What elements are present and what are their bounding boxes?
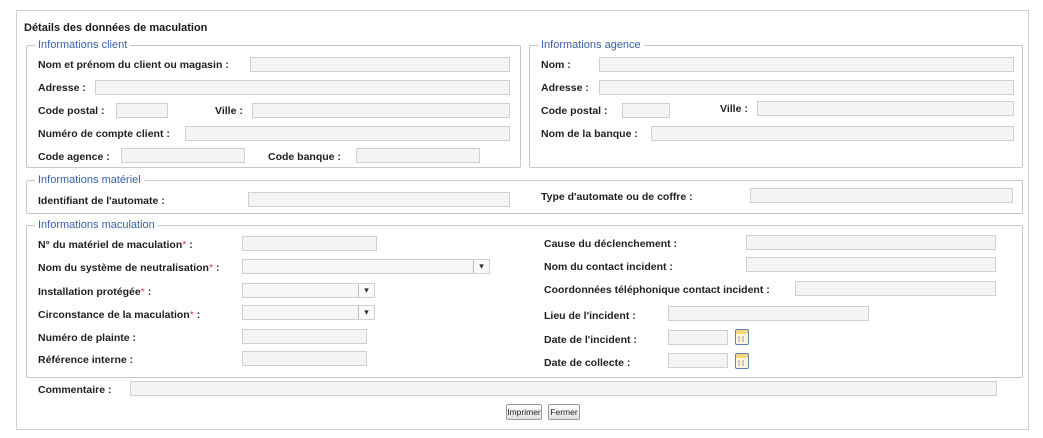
client-account-label: Numéro de compte client : bbox=[38, 128, 170, 140]
client-city-label: Ville : bbox=[215, 105, 243, 117]
chevron-down-icon[interactable]: ▾ bbox=[358, 284, 374, 297]
neutralization-text: Nom du système de neutralisation bbox=[38, 262, 209, 274]
agency-name-input[interactable] bbox=[599, 57, 1014, 72]
material-no-text: N° du matériel de maculation bbox=[38, 239, 183, 251]
incident-phone-input[interactable] bbox=[795, 281, 996, 296]
trigger-cause-input[interactable] bbox=[746, 235, 996, 250]
chevron-down-icon[interactable]: ▾ bbox=[358, 306, 374, 319]
agency-city-label: Ville : bbox=[720, 103, 748, 115]
client-name-input[interactable] bbox=[250, 57, 510, 72]
client-postal-input[interactable] bbox=[116, 103, 168, 118]
trigger-cause-label: Cause du déclenchement : bbox=[544, 238, 678, 250]
material-info-legend: Informations matériel bbox=[35, 174, 144, 186]
maculation-info-legend: Informations maculation bbox=[35, 219, 158, 231]
complaint-no-input[interactable] bbox=[242, 329, 367, 344]
agency-address-input[interactable] bbox=[599, 80, 1014, 95]
automat-id-input[interactable] bbox=[248, 192, 510, 207]
incident-place-label: Lieu de l'incident : bbox=[544, 310, 636, 322]
colon: : bbox=[213, 262, 220, 274]
incident-date-label: Date de l'incident : bbox=[544, 334, 637, 346]
client-agency-code-label: Code agence : bbox=[38, 151, 110, 163]
client-name-label: Nom et prénom du client ou magasin : bbox=[38, 59, 229, 71]
material-no-label: N° du matériel de maculation* : bbox=[38, 239, 193, 251]
neutralization-select[interactable]: ▾ bbox=[242, 259, 490, 274]
client-address-label: Adresse : bbox=[38, 82, 86, 94]
neutralization-label: Nom du système de neutralisation* : bbox=[38, 262, 219, 274]
calendar-icon[interactable] bbox=[735, 353, 749, 369]
agency-city-input[interactable] bbox=[757, 101, 1014, 116]
internal-ref-input[interactable] bbox=[242, 351, 367, 366]
agency-bank-label: Nom de la banque : bbox=[541, 128, 638, 140]
agency-postal-label: Code postal : bbox=[541, 105, 608, 117]
colon: : bbox=[186, 239, 193, 251]
client-city-input[interactable] bbox=[252, 103, 510, 118]
form-title: Détails des données de maculation bbox=[24, 22, 208, 34]
agency-bank-input[interactable] bbox=[651, 126, 1014, 141]
client-account-input[interactable] bbox=[185, 126, 510, 141]
incident-place-input[interactable] bbox=[668, 306, 869, 321]
agency-info-legend: Informations agence bbox=[538, 39, 644, 51]
agency-name-label: Nom : bbox=[541, 59, 571, 71]
client-bank-code-label: Code banque : bbox=[268, 151, 341, 163]
colon: : bbox=[144, 286, 152, 298]
circumstance-select[interactable]: ▾ bbox=[242, 305, 375, 320]
internal-ref-label: Référence interne : bbox=[38, 354, 134, 366]
incident-phone-label: Coordonnées téléphonique contact inciden… bbox=[544, 284, 770, 296]
incident-contact-input[interactable] bbox=[746, 257, 996, 272]
comment-label: Commentaire : bbox=[38, 384, 112, 396]
client-address-input[interactable] bbox=[95, 80, 510, 95]
automat-id-label: Identifiant de l'automate : bbox=[38, 195, 165, 207]
client-postal-label: Code postal : bbox=[38, 105, 105, 117]
agency-address-label: Adresse : bbox=[541, 82, 589, 94]
print-button[interactable]: Imprimer bbox=[506, 404, 542, 420]
comment-input[interactable] bbox=[130, 381, 997, 396]
protected-install-text: Installation protégée bbox=[38, 286, 141, 298]
collect-date-input[interactable] bbox=[668, 353, 728, 368]
complaint-no-label: Numéro de plainte : bbox=[38, 332, 137, 344]
circumstance-text: Circonstance de la maculation bbox=[38, 309, 190, 321]
close-button[interactable]: Fermer bbox=[548, 404, 580, 420]
client-info-legend: Informations client bbox=[35, 39, 131, 51]
circumstance-label: Circonstance de la maculation* : bbox=[38, 309, 200, 321]
client-bank-code-input[interactable] bbox=[356, 148, 480, 163]
material-no-input[interactable] bbox=[242, 236, 377, 251]
automat-type-input[interactable] bbox=[750, 188, 1013, 203]
calendar-icon[interactable] bbox=[735, 329, 749, 345]
incident-date-input[interactable] bbox=[668, 330, 728, 345]
collect-date-label: Date de collecte : bbox=[544, 357, 631, 369]
chevron-down-icon[interactable]: ▾ bbox=[473, 260, 489, 273]
colon: : bbox=[193, 309, 201, 321]
agency-postal-input[interactable] bbox=[622, 103, 670, 118]
client-agency-code-input[interactable] bbox=[121, 148, 245, 163]
automat-type-label: Type d'automate ou de coffre : bbox=[541, 191, 693, 203]
incident-contact-label: Nom du contact incident : bbox=[544, 261, 673, 273]
protected-install-select[interactable]: ▾ bbox=[242, 283, 375, 298]
protected-install-label: Installation protégée* : bbox=[38, 286, 151, 298]
